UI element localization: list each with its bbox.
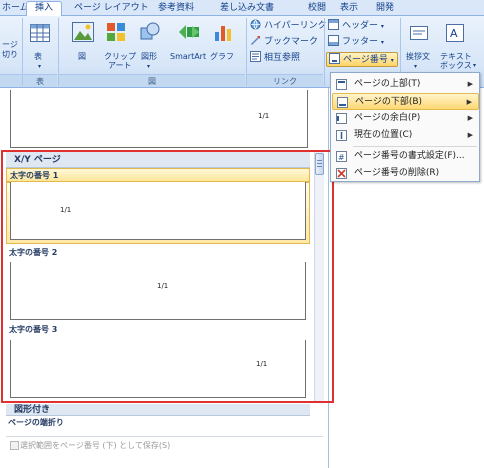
save-selection-icon bbox=[10, 441, 19, 450]
chart-button-label[interactable]: グラフ bbox=[210, 52, 234, 61]
smartart-icon[interactable] bbox=[178, 22, 200, 42]
chevron-down-icon: ▾ bbox=[473, 62, 477, 69]
bookmark-label: ブックマーク bbox=[264, 37, 319, 47]
gallery-item-shape[interactable]: 図形付き bbox=[6, 404, 310, 416]
menu-item-current-position[interactable]: 現在の位置(C) ▶ bbox=[332, 127, 479, 144]
link-group-label: リンク bbox=[247, 74, 323, 87]
page-number-label: ページ番号 bbox=[343, 55, 388, 65]
page-margin-icon bbox=[336, 113, 347, 124]
submenu-arrow-icon: ▶ bbox=[467, 80, 473, 88]
chevron-down-icon: ▾ bbox=[380, 23, 384, 30]
tab-mailings[interactable]: 差し込み文書 bbox=[220, 2, 274, 16]
clip-art-label-2[interactable]: アート bbox=[108, 61, 132, 70]
header-button[interactable]: ヘッダー ▾ bbox=[328, 19, 384, 34]
menu-item-top-of-page[interactable]: ページの上部(T) ▶ bbox=[332, 76, 479, 93]
tab-references[interactable]: 参考資料 bbox=[158, 2, 194, 16]
save-selection-as-page-number: 選択範囲をページ番号 (下) として保存(S) bbox=[6, 436, 323, 454]
save-selection-label: 選択範囲をページ番号 (下) として保存(S) bbox=[20, 441, 171, 450]
tab-page-layout[interactable]: ページ レイアウト bbox=[74, 2, 149, 16]
header-label: ヘッダー bbox=[342, 21, 379, 31]
chart-icon[interactable] bbox=[214, 22, 234, 42]
footer-label: フッター bbox=[342, 37, 379, 47]
page-group-label bbox=[0, 74, 22, 87]
header-icon bbox=[328, 19, 339, 30]
table-icon[interactable] bbox=[30, 24, 50, 42]
footer-button[interactable]: フッター ▾ bbox=[328, 35, 384, 50]
menu-separator bbox=[353, 146, 477, 147]
submenu-arrow-icon: ▶ bbox=[467, 114, 473, 122]
selection-highlight-frame bbox=[1, 150, 334, 403]
menu-item-label: ページの余白(P) bbox=[354, 113, 421, 123]
footer-icon bbox=[328, 35, 339, 46]
cross-reference-button[interactable]: 相互参照 bbox=[250, 51, 300, 66]
bookmark-icon bbox=[250, 35, 261, 46]
globe-link-icon bbox=[250, 19, 261, 30]
cross-reference-label: 相互参照 bbox=[264, 53, 301, 63]
clip-art-label-1[interactable]: クリップ bbox=[104, 52, 136, 61]
shapes-button-label[interactable]: 図形 bbox=[141, 52, 157, 61]
menu-item-remove-page-numbers[interactable]: ページ番号の削除(R) bbox=[332, 165, 479, 182]
table-button-label[interactable]: 表 bbox=[34, 52, 42, 61]
smartart-button-label[interactable]: SmartArt bbox=[170, 52, 206, 61]
page-number-icon bbox=[329, 53, 340, 64]
hyperlink-button[interactable]: ハイパーリンク bbox=[250, 19, 327, 34]
tab-view[interactable]: 表示 bbox=[340, 2, 358, 16]
greeting-button-label[interactable]: 挨拶文 bbox=[406, 52, 430, 61]
menu-item-label: ページ番号の削除(R) bbox=[354, 168, 440, 178]
submenu-arrow-icon: ▶ bbox=[466, 98, 472, 106]
menu-item-label: ページの下部(B) bbox=[355, 97, 423, 107]
menu-item-format-page-numbers[interactable]: # ページ番号の書式設定(F)... bbox=[332, 148, 479, 165]
chevron-down-icon: ▾ bbox=[147, 63, 151, 70]
shapes-icon[interactable] bbox=[140, 22, 160, 42]
tab-developer[interactable]: 開発 bbox=[376, 2, 394, 16]
menu-item-label: 現在の位置(C) bbox=[354, 130, 413, 140]
clip-art-icon[interactable] bbox=[106, 22, 126, 42]
cursor-position-icon bbox=[336, 130, 347, 141]
group-separator bbox=[324, 18, 325, 86]
menu-item-page-margins[interactable]: ページの余白(P) ▶ bbox=[332, 110, 479, 127]
ribbon-tab-strip: ホーム 挿入 ページ レイアウト 参考資料 差し込み文書 校閲 表示 開発 bbox=[0, 0, 484, 16]
chevron-down-icon: ▾ bbox=[390, 57, 394, 64]
page-break-partial-label[interactable]: 切り bbox=[2, 50, 18, 59]
menu-item-label: ページ番号の書式設定(F)... bbox=[354, 151, 465, 161]
page-group-partial-label[interactable]: ージ bbox=[2, 40, 18, 49]
svg-text:#: # bbox=[338, 153, 345, 162]
bookmark-button[interactable]: ブックマーク bbox=[250, 35, 318, 50]
chevron-down-icon: ▾ bbox=[380, 39, 384, 46]
menu-item-bottom-of-page[interactable]: ページの下部(B) ▶ bbox=[332, 93, 479, 110]
gallery-item-page-fold[interactable]: ページの端折り bbox=[8, 416, 319, 430]
text-box-label-1[interactable]: テキスト bbox=[440, 52, 472, 61]
menu-item-label: ページの上部(T) bbox=[354, 79, 421, 89]
tab-home[interactable]: ホーム bbox=[2, 2, 29, 16]
text-box-label-2[interactable]: ボックス bbox=[440, 61, 472, 70]
chevron-down-icon: ▾ bbox=[38, 63, 42, 70]
greeting-icon[interactable] bbox=[410, 24, 428, 42]
format-page-number-icon: # bbox=[336, 151, 347, 162]
page-number-dropdown-menu: ページの上部(T) ▶ ページの下部(B) ▶ ページの余白(P) ▶ 現在の位… bbox=[330, 72, 480, 182]
remove-page-number-icon bbox=[336, 168, 347, 179]
cross-reference-icon bbox=[250, 51, 261, 62]
tab-insert[interactable]: 挿入 bbox=[26, 1, 63, 16]
page-number-button[interactable]: ページ番号 ▾ bbox=[326, 52, 398, 67]
chevron-down-icon: ▾ bbox=[414, 63, 418, 70]
tab-review[interactable]: 校閲 bbox=[308, 2, 326, 16]
table-group-label: 表 bbox=[23, 74, 57, 87]
text-box-icon[interactable]: A bbox=[446, 24, 464, 42]
page-top-icon bbox=[336, 79, 347, 90]
top-preview-number-text: 1/1 bbox=[258, 112, 270, 120]
figure-group-label: 図 bbox=[59, 74, 245, 87]
page-bottom-icon bbox=[337, 97, 348, 108]
hyperlink-label: ハイパーリンク bbox=[264, 21, 327, 31]
picture-icon[interactable] bbox=[72, 22, 94, 42]
svg-text:A: A bbox=[450, 27, 458, 40]
picture-button-label[interactable]: 図 bbox=[78, 52, 86, 61]
submenu-arrow-icon: ▶ bbox=[467, 131, 473, 139]
